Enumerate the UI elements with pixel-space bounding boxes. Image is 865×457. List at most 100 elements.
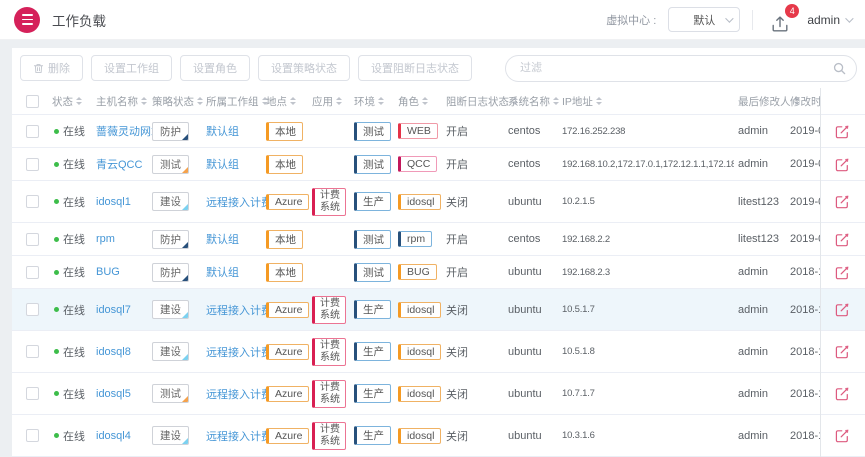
row-action-cell <box>820 115 865 147</box>
row-checkbox[interactable] <box>26 233 39 246</box>
location-tag: 本地 <box>266 230 303 249</box>
row-checkbox[interactable] <box>26 429 39 442</box>
hostname-link[interactable]: idosql1 <box>96 196 131 208</box>
edit-icon[interactable] <box>835 344 850 359</box>
toolbar-button-4[interactable]: 设置阻断日志状态 <box>358 55 472 81</box>
notification-button[interactable]: 4 <box>765 6 795 34</box>
edit-icon[interactable] <box>835 157 850 172</box>
sort-caret-icon[interactable] <box>336 97 342 105</box>
sort-caret-icon[interactable] <box>290 97 296 105</box>
hostname-link[interactable]: idosql7 <box>96 304 131 316</box>
filter-input[interactable] <box>505 55 857 82</box>
sort-caret-icon[interactable] <box>596 97 602 105</box>
edit-icon[interactable] <box>835 232 850 247</box>
workgroup-link[interactable]: 远程接入计费 <box>206 302 272 318</box>
online-status-dot <box>54 307 59 312</box>
status-text: 在线 <box>63 302 85 318</box>
toolbar-button-label: 设置策略状态 <box>271 60 337 76</box>
sort-caret-icon[interactable] <box>378 97 384 105</box>
workgroup-link[interactable]: 远程接入计费 <box>206 344 272 360</box>
edit-icon[interactable] <box>835 265 850 280</box>
table-header-action <box>820 88 865 114</box>
role-tag: idosql <box>398 428 441 444</box>
system-name: ubuntu <box>508 430 542 442</box>
location-tag: 本地 <box>266 263 303 282</box>
table-row: 在线idosql4建设远程接入计费Azure计费系统生产idosql关闭ubun… <box>12 415 865 457</box>
modify-time: 2019-01- <box>790 196 820 208</box>
toolbar-button-0[interactable]: 删除 <box>20 55 83 81</box>
sort-caret-icon[interactable] <box>197 97 203 105</box>
virtual-center-select[interactable]: 默认 <box>668 7 740 32</box>
toolbar-button-1[interactable]: 设置工作组 <box>91 55 172 81</box>
row-checkbox[interactable] <box>26 266 39 279</box>
column-header-9[interactable]: 系统名称 <box>508 94 562 109</box>
modify-time: 2018-12- <box>790 388 820 400</box>
row-checkbox[interactable] <box>26 195 39 208</box>
workgroup-link[interactable]: 默认组 <box>206 231 239 247</box>
toolbar-button-label: 设置角色 <box>193 60 237 76</box>
toolbar-button-2[interactable]: 设置角色 <box>180 55 250 81</box>
edit-icon[interactable] <box>835 194 850 209</box>
column-header-11[interactable]: 最后修改人 <box>738 94 790 109</box>
column-header-12[interactable]: 修改时间 <box>790 94 820 109</box>
column-header-8[interactable]: 阻断日志状态 <box>446 94 508 109</box>
column-header-10[interactable]: IP地址 <box>562 94 738 109</box>
row-checkbox[interactable] <box>26 125 39 138</box>
row-checkbox[interactable] <box>26 158 39 171</box>
column-header-5[interactable]: 应用 <box>312 94 354 109</box>
policy-status-tag: 建设 <box>152 342 189 361</box>
location-tag: 本地 <box>266 155 303 174</box>
workgroup-link[interactable]: 默认组 <box>206 264 239 280</box>
row-checkbox[interactable] <box>26 387 39 400</box>
toolbar-button-label: 设置阻断日志状态 <box>371 60 459 76</box>
column-header-2[interactable]: 策略状态 <box>152 94 206 109</box>
modify-time: 2018-12- <box>790 266 820 278</box>
hostname-link[interactable]: idosql5 <box>96 388 131 400</box>
row-action-cell <box>820 373 865 414</box>
column-header-7[interactable]: 角色 <box>398 94 446 109</box>
policy-status-tag: 防护 <box>152 230 189 249</box>
edit-icon[interactable] <box>835 386 850 401</box>
sort-caret-icon[interactable] <box>553 97 559 105</box>
hostname-link[interactable]: rpm <box>96 233 115 245</box>
table-row: 在线rpm防护默认组本地测试rpm开启centos192.168.2.2lite… <box>12 223 865 256</box>
toolbar-button-3[interactable]: 设置策略状态 <box>258 55 350 81</box>
column-header-3[interactable]: 所属工作组 <box>206 94 266 109</box>
sort-caret-icon[interactable] <box>76 97 82 105</box>
workgroup-link[interactable]: 远程接入计费 <box>206 428 272 444</box>
hostname-link[interactable]: idosql8 <box>96 346 131 358</box>
user-menu[interactable]: admin <box>807 13 851 27</box>
ip-address: 10.3.1.6 <box>562 430 595 441</box>
workgroup-link[interactable]: 默认组 <box>206 156 239 172</box>
block-log-status: 开启 <box>446 123 468 139</box>
column-header-0[interactable]: 状态 <box>52 94 96 109</box>
role-tag: idosql <box>398 386 441 402</box>
workgroup-link[interactable]: 远程接入计费 <box>206 386 272 402</box>
policy-status-tag: 防护 <box>152 122 189 141</box>
policy-status-tag: 测试 <box>152 384 189 403</box>
app-logo[interactable] <box>14 7 40 33</box>
row-checkbox[interactable] <box>26 303 39 316</box>
workgroup-link[interactable]: 默认组 <box>206 123 239 139</box>
vertical-scrollbar[interactable] <box>820 88 821 457</box>
hostname-link[interactable]: 青云QCC <box>96 156 142 172</box>
column-header-6[interactable]: 环境 <box>354 94 398 109</box>
column-header-1[interactable]: 主机名称 <box>96 94 152 109</box>
hostname-link[interactable]: idosql4 <box>96 430 131 442</box>
column-header-label: 最后修改人 <box>738 94 791 109</box>
select-all-checkbox[interactable] <box>26 95 39 108</box>
sort-caret-icon[interactable] <box>141 97 147 105</box>
row-checkbox[interactable] <box>26 345 39 358</box>
row-action-cell <box>820 331 865 372</box>
location-tag: 本地 <box>266 122 303 141</box>
hostname-link[interactable]: BUG <box>96 266 120 278</box>
search-icon <box>833 62 846 80</box>
sort-caret-icon[interactable] <box>422 97 428 105</box>
edit-icon[interactable] <box>835 428 850 443</box>
workgroup-link[interactable]: 远程接入计费 <box>206 194 272 210</box>
content-panel: 删除设置工作组 设置角色 设置策略状态 设置阻断日志状态 状态 主机名称 策略状态 所… <box>12 48 865 446</box>
edit-icon[interactable] <box>835 302 850 317</box>
online-status-dot <box>54 129 59 134</box>
edit-icon[interactable] <box>835 124 850 139</box>
column-header-4[interactable]: 地点 <box>266 94 312 109</box>
